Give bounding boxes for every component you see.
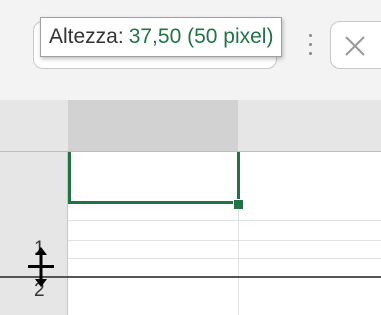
toolbar-grip-icon[interactable] <box>309 30 313 58</box>
tooltip-value: 37,50 (50 pixel) <box>128 25 274 48</box>
row-height-tooltip: Altezza: 37,50 (50 pixel) <box>40 17 283 57</box>
row-resize-guide[interactable] <box>0 276 381 278</box>
column-header-b[interactable] <box>238 100 381 152</box>
spreadsheet-grid[interactable]: 1 2 <box>0 100 381 315</box>
formula-actions <box>330 21 381 69</box>
active-cell-a1[interactable] <box>68 152 240 204</box>
fill-handle[interactable] <box>233 199 244 210</box>
gridline <box>68 220 381 221</box>
cancel-icon[interactable] <box>343 34 367 58</box>
tooltip-label: Altezza: <box>49 25 124 48</box>
row-resize-cursor-icon <box>28 247 54 287</box>
column-header-a[interactable] <box>68 100 238 152</box>
select-all-corner[interactable] <box>0 100 69 152</box>
gridline <box>68 258 381 259</box>
gridline <box>68 240 381 241</box>
